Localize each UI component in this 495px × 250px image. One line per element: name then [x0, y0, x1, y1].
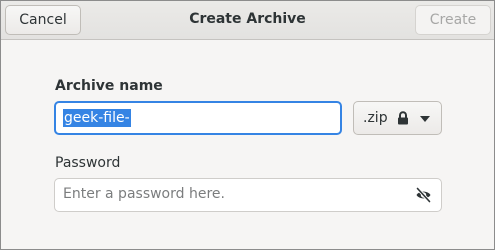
extension-label: .zip — [363, 110, 388, 126]
archive-name-label: Archive name — [55, 78, 163, 94]
header-bar: Cancel Create Archive Create — [1, 1, 494, 40]
password-label: Password — [55, 155, 121, 171]
archive-name-input[interactable]: geek-file- — [54, 101, 342, 135]
create-button[interactable]: Create — [415, 5, 491, 35]
chevron-down-icon — [420, 116, 430, 122]
eye-crossed-icon[interactable] — [415, 187, 432, 203]
lock-icon — [398, 111, 408, 125]
password-input[interactable]: Enter a password here. — [54, 178, 442, 212]
password-placeholder: Enter a password here. — [63, 186, 225, 202]
extension-dropdown-button[interactable]: .zip — [353, 101, 442, 135]
create-archive-dialog: Cancel Create Archive Create Archive nam… — [0, 0, 495, 250]
archive-name-value: geek-file- — [63, 109, 131, 127]
